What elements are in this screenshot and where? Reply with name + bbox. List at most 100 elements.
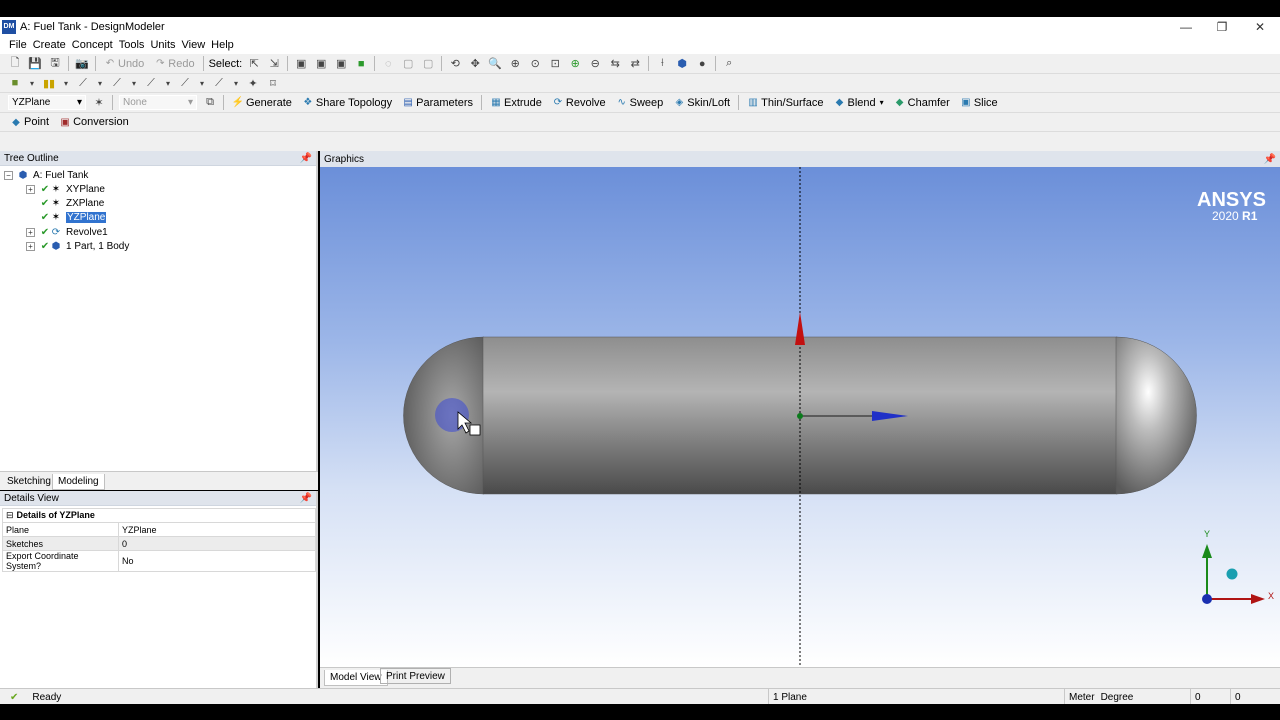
- plane-icon: ✶: [51, 211, 61, 223]
- triad-icon[interactable]: ⟊: [655, 57, 669, 71]
- model-canvas[interactable]: [320, 167, 1280, 667]
- slice-button[interactable]: ▣ Slice: [960, 97, 998, 109]
- previous-view-icon[interactable]: ⇆: [608, 57, 622, 71]
- revolve-button[interactable]: ⟳ Revolve: [552, 97, 606, 109]
- blend-button[interactable]: ◆ Blend ▾: [833, 97, 884, 109]
- select-edge-icon[interactable]: ▣: [314, 57, 328, 71]
- tab-sketching[interactable]: Sketching: [2, 474, 56, 490]
- chevron-down-icon[interactable]: ▾: [127, 76, 141, 90]
- new-file-icon[interactable]: 🗋: [8, 57, 22, 71]
- zoom-green-icon[interactable]: ⊕: [568, 57, 582, 71]
- pin-icon[interactable]: 📌: [1264, 154, 1276, 165]
- magnifier-icon[interactable]: ⊖: [588, 57, 602, 71]
- thin-surface-button[interactable]: ▥ Thin/Surface: [747, 97, 823, 109]
- active-sketch-combo[interactable]: None ▾: [119, 95, 197, 110]
- box-zoom-icon[interactable]: ⊙: [528, 57, 542, 71]
- pin-icon[interactable]: 📌: [300, 153, 312, 164]
- tree-item-xyplane[interactable]: + ✔ ✶ XYPlane: [26, 182, 105, 196]
- expand-icon[interactable]: +: [26, 241, 35, 251]
- face-display-icon[interactable]: ■: [8, 76, 22, 90]
- tree-root[interactable]: − ⬢ A: Fuel Tank: [4, 168, 88, 182]
- menu-view[interactable]: View: [179, 39, 209, 51]
- extend-selection-icon[interactable]: ◌: [381, 57, 395, 71]
- menu-create[interactable]: Create: [30, 39, 69, 51]
- display-model-icon[interactable]: ⬢: [675, 57, 689, 71]
- chevron-down-icon[interactable]: ▾: [93, 76, 107, 90]
- parameters-button[interactable]: ▤ Parameters: [402, 97, 473, 109]
- pin-icon[interactable]: 📌: [300, 493, 312, 504]
- skin-loft-button[interactable]: ◈ Skin/Loft: [673, 97, 730, 109]
- box-select2-icon[interactable]: ▢: [421, 57, 435, 71]
- select-face-icon[interactable]: ▣: [334, 57, 348, 71]
- graphics-viewport[interactable]: ANSYS 2020 R1 Y X: [320, 167, 1280, 667]
- minimize-button[interactable]: —: [1168, 17, 1204, 36]
- tree-item-zxplane[interactable]: ✔ ✶ ZXPlane: [38, 196, 105, 210]
- extrude-button[interactable]: ▦ Extrude: [490, 97, 542, 109]
- save-as-icon[interactable]: 🖫: [48, 57, 62, 71]
- edge-display-icon[interactable]: ▮▮: [42, 76, 56, 90]
- tab-modeling[interactable]: Modeling: [52, 474, 105, 490]
- select-filter-icon[interactable]: ⇲: [267, 57, 281, 71]
- tab-print-preview[interactable]: Print Preview: [380, 668, 451, 684]
- details-row-value[interactable]: No: [118, 550, 316, 572]
- generate-button[interactable]: ⚡ Generate: [232, 97, 292, 109]
- save-icon[interactable]: 💾: [28, 57, 42, 71]
- menu-file[interactable]: File: [6, 39, 30, 51]
- menu-concept[interactable]: Concept: [69, 39, 116, 51]
- active-plane-combo[interactable]: YZPlane ▾: [8, 95, 86, 110]
- details-row-value[interactable]: YZPlane: [118, 522, 316, 537]
- chevron-down-icon[interactable]: ▾: [59, 76, 73, 90]
- expand-icon[interactable]: +: [26, 184, 35, 194]
- zoom-icon[interactable]: 🔍: [488, 57, 502, 71]
- tree-item-yzplane[interactable]: ✔ ✶ YZPlane: [38, 210, 107, 224]
- box-select-icon[interactable]: ▢: [401, 57, 415, 71]
- select-body-icon[interactable]: ■: [354, 57, 368, 71]
- new-sketch-icon[interactable]: ⧉: [203, 96, 217, 110]
- zoom-to-fit-icon[interactable]: ⊡: [548, 57, 562, 71]
- look-at-icon[interactable]: ⌕: [722, 57, 736, 71]
- chamfer-button[interactable]: ◆ Chamfer: [894, 97, 950, 109]
- line-icon[interactable]: ⟋: [76, 76, 90, 90]
- next-view-icon[interactable]: ⇄: [628, 57, 642, 71]
- sweep-button[interactable]: ∿ Sweep: [616, 97, 663, 109]
- menu-units[interactable]: Units: [147, 39, 178, 51]
- select-mode-icon[interactable]: ⇱: [247, 57, 261, 71]
- point-tool-icon[interactable]: ✦: [246, 76, 260, 90]
- details-row-value[interactable]: 0: [118, 536, 316, 551]
- conversion-button[interactable]: ▣ Conversion: [59, 116, 128, 128]
- chevron-down-icon[interactable]: ▾: [195, 76, 209, 90]
- select-point-icon[interactable]: ▣: [294, 57, 308, 71]
- line5-icon[interactable]: ⟋: [212, 76, 226, 90]
- rectangle-tool-icon[interactable]: ⌑: [266, 76, 280, 90]
- expand-icon[interactable]: +: [26, 227, 35, 237]
- share-topology-button[interactable]: ❖ Share Topology: [302, 97, 392, 109]
- chevron-down-icon[interactable]: ▾: [25, 76, 39, 90]
- close-button[interactable]: ✕: [1242, 17, 1278, 36]
- line4-icon[interactable]: ⟋: [178, 76, 192, 90]
- tank-right-cap[interactable]: [1115, 336, 1197, 495]
- chevron-down-icon[interactable]: ▾: [229, 76, 243, 90]
- tree-outline-header: Tree Outline 📌: [0, 151, 316, 166]
- tree-item-revolve1[interactable]: + ✔ ⟳ Revolve1: [26, 225, 108, 239]
- pan-icon[interactable]: ✥: [468, 57, 482, 71]
- display-point-icon[interactable]: ●: [695, 57, 709, 71]
- menu-tools[interactable]: Tools: [116, 39, 148, 51]
- menu-help[interactable]: Help: [208, 39, 237, 51]
- point-button[interactable]: ◆ Point: [10, 116, 49, 128]
- rotate-icon[interactable]: ⟲: [448, 57, 462, 71]
- chevron-down-icon[interactable]: ▾: [161, 76, 175, 90]
- undo-button[interactable]: ↶ Undo: [104, 58, 145, 70]
- tree-item-parts[interactable]: + ✔ ⬢ 1 Part, 1 Body: [26, 239, 129, 253]
- new-plane-icon[interactable]: ✶: [92, 96, 106, 110]
- line3-icon[interactable]: ⟋: [144, 76, 158, 90]
- details-group-header[interactable]: ⊟ Details of YZPlane: [2, 508, 316, 523]
- zoom-in-icon[interactable]: ⊕: [508, 57, 522, 71]
- line2-icon[interactable]: ⟋: [110, 76, 124, 90]
- restore-button[interactable]: ❐: [1204, 17, 1240, 36]
- redo-button[interactable]: ↷ Redo: [154, 58, 195, 70]
- tab-model-view[interactable]: Model View: [324, 670, 388, 686]
- collapse-icon[interactable]: −: [4, 170, 13, 180]
- details-group-title: Details of YZPlane: [16, 510, 95, 520]
- collapse-icon[interactable]: ⊟: [6, 510, 14, 520]
- screenshot-icon[interactable]: 📷: [75, 57, 89, 71]
